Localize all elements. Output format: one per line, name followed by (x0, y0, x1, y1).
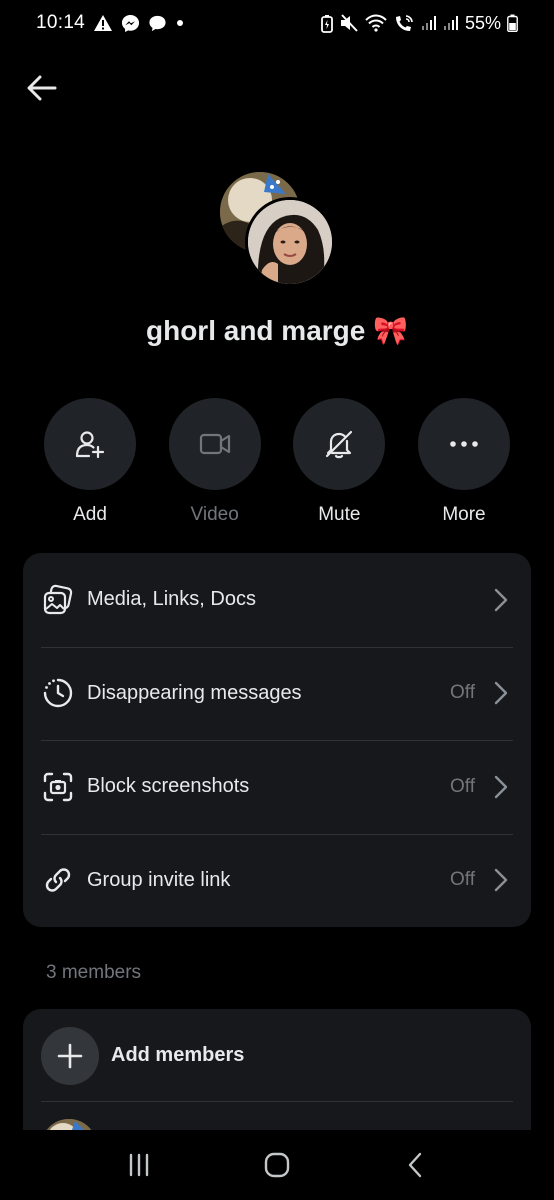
status-time: 10:14 (36, 12, 86, 33)
settings-row-disappearing[interactable]: Disappearing messages Off (23, 646, 531, 741)
status-bar: 10:14 55% (0, 0, 554, 46)
group-avatar[interactable] (220, 172, 336, 288)
add-person-icon (75, 429, 105, 459)
recent-apps-icon (127, 1153, 151, 1177)
settings-value: Off (450, 869, 475, 891)
add-button-circle[interactable] (44, 398, 136, 490)
video-icon (199, 431, 231, 457)
mute-button-circle[interactable] (293, 398, 386, 490)
mute-icon (339, 14, 359, 32)
home-button[interactable] (247, 1140, 307, 1190)
add-members-label: Add members (111, 1044, 245, 1066)
chevron-right-icon (491, 866, 511, 894)
battery-percent: 55% (464, 12, 501, 33)
add-members-button[interactable]: Add members (23, 1009, 531, 1102)
arrow-left-icon (27, 75, 57, 101)
link-icon (41, 863, 75, 897)
settings-label: Group invite link (87, 868, 231, 891)
action-bar: Add Video Mute More (43, 398, 511, 526)
signal-icon (443, 15, 459, 31)
battery-icon (507, 14, 518, 32)
more-button-circle[interactable] (417, 398, 510, 490)
settings-label: Block screenshots (87, 775, 250, 798)
members-card: Add members (23, 1009, 531, 1149)
wifi-icon (365, 14, 387, 32)
member-avatar (245, 197, 335, 287)
recent-apps-button[interactable] (109, 1140, 169, 1190)
video-button[interactable]: Video (168, 398, 262, 526)
system-back-button[interactable] (385, 1140, 445, 1190)
alert-icon (93, 14, 113, 32)
home-icon (264, 1152, 290, 1178)
video-label: Video (190, 504, 239, 525)
settings-card: Media, Links, Docs Disappearing messages… (23, 553, 531, 927)
screenshot-icon (41, 770, 75, 804)
settings-row-media[interactable]: Media, Links, Docs (23, 553, 531, 647)
chevron-right-icon (491, 586, 511, 614)
settings-row-invite-link[interactable]: Group invite link Off (23, 833, 531, 928)
messenger-icon (121, 14, 140, 33)
chevron-right-icon (491, 679, 511, 707)
members-count: 3 members (46, 962, 142, 983)
group-title: ghorl and marge 🎀 (145, 315, 408, 346)
back-button[interactable] (24, 70, 60, 106)
mute-label: Mute (318, 504, 361, 525)
settings-value: Off (450, 775, 475, 797)
more-icon (449, 440, 479, 448)
more-label: More (442, 504, 486, 525)
signal-icon (421, 15, 437, 31)
timer-icon (41, 676, 75, 710)
system-nav-bar (0, 1130, 554, 1200)
wifi-calling-icon (393, 14, 415, 32)
chevron-left-icon (407, 1152, 423, 1178)
battery-saver-icon (321, 14, 333, 33)
status-left: 10:14 (36, 12, 185, 34)
settings-row-screenshots[interactable]: Block screenshots Off (23, 740, 531, 834)
status-right: 55% (321, 13, 518, 34)
chat-icon (148, 14, 167, 33)
chevron-right-icon (491, 773, 511, 801)
dot-icon (175, 18, 185, 28)
plus-circle (41, 1026, 99, 1085)
more-button[interactable]: More (417, 398, 511, 526)
video-button-circle[interactable] (168, 398, 261, 490)
mute-button[interactable]: Mute (292, 398, 386, 526)
plus-icon (57, 1043, 83, 1069)
media-icon (41, 583, 75, 617)
bell-off-icon (323, 428, 355, 460)
settings-label: Disappearing messages (87, 681, 302, 704)
settings-label: Media, Links, Docs (87, 588, 256, 611)
add-label: Add (73, 504, 107, 525)
settings-value: Off (450, 682, 475, 704)
add-button[interactable]: Add (43, 398, 137, 526)
